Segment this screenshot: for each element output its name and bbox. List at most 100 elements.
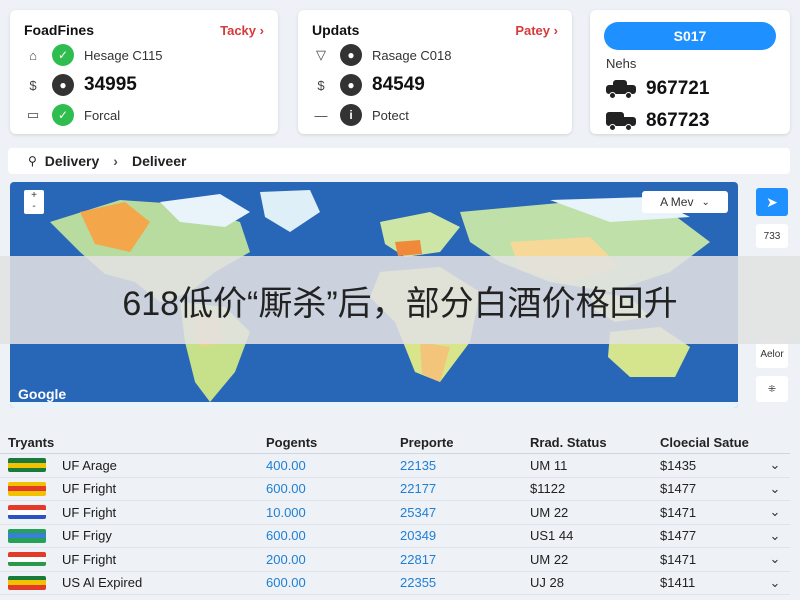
- map-view-dropdown[interactable]: A Mev ⌄: [642, 191, 728, 213]
- row-value: Hesage C115: [84, 47, 163, 63]
- flag-icon: [8, 552, 46, 567]
- summary-value: 867723: [646, 110, 710, 131]
- row-payment: 600.00: [266, 481, 306, 497]
- row-amount: $1471: [660, 551, 697, 567]
- table-row[interactable]: UF Frigy 600.00 20349 US1 44 $1477 ⌄: [0, 525, 790, 548]
- card-row: — i Potect: [298, 100, 572, 130]
- chevron-right-icon: ›: [553, 22, 558, 38]
- side-label[interactable]: Aelor: [756, 340, 788, 368]
- card-row: $ ● 84549: [298, 70, 572, 100]
- row-reference: 25347: [400, 504, 437, 520]
- summary-value: 967721: [646, 78, 710, 99]
- row-lead-icon: $: [29, 77, 37, 93]
- row-amount: $1477: [660, 481, 697, 497]
- layers-icon: ⁜: [767, 383, 777, 395]
- header-cell[interactable]: Rrad. Status: [530, 435, 660, 450]
- row-lead-icon: ▽: [316, 47, 326, 62]
- row-lead-icon: $: [317, 77, 325, 93]
- row-status: UM 22: [530, 504, 569, 520]
- row-reference: 22177: [400, 481, 437, 497]
- row-reference: 22817: [400, 551, 437, 567]
- summary-label: Nehs: [606, 56, 637, 71]
- transactions-table: Tryants Pogents Preporte Rrad. Status Cl…: [0, 432, 790, 595]
- row-value: 84549: [372, 74, 425, 95]
- zoom-out-icon[interactable]: -: [24, 201, 44, 212]
- zoom-in-icon[interactable]: +: [24, 190, 44, 201]
- row-payment: 10.000: [266, 504, 306, 520]
- table-row[interactable]: UF Arage 400.00 22135 UM 11 $1435 ⌄: [0, 454, 790, 478]
- layers-button[interactable]: ⁜: [756, 376, 788, 402]
- truck-icon: [606, 112, 636, 131]
- card-row: ▽ ● Rasage C018: [298, 40, 572, 70]
- row-amount: $1477: [660, 528, 697, 544]
- arrow-right-icon: ➤: [766, 193, 778, 210]
- updates-card: Updats Patey › ▽ ● Rasage C018 $ ● 84549 — i Pot…: [298, 10, 572, 134]
- car-icon: [606, 80, 636, 99]
- row-value: 34995: [84, 74, 137, 95]
- row-reference: 22355: [400, 575, 437, 591]
- header-cell[interactable]: Preporte: [400, 435, 530, 450]
- status-icon: ●: [340, 44, 362, 66]
- table-row[interactable]: US Al Expired 600.00 22355 UJ 28 $1411 ⌄: [0, 572, 790, 595]
- summary-value-row: 967721: [606, 74, 709, 104]
- row-payment: 400.00: [266, 457, 306, 473]
- breadcrumb-first[interactable]: Delivery: [45, 153, 99, 169]
- overlay-banner: 618低价“厮杀”后，部分白酒价格回升: [0, 256, 800, 344]
- row-name: UF Fright: [62, 504, 117, 520]
- status-icon: ✓: [52, 44, 74, 66]
- row-reference: 22135: [400, 457, 437, 473]
- breadcrumb: ⚲ Delivery › Deliveer: [8, 148, 790, 174]
- table-row[interactable]: UF Fright 600.00 22177 $1122 $1477 ⌄: [0, 478, 790, 501]
- row-name: US Al Expired: [62, 575, 143, 591]
- row-name: UF Fright: [62, 551, 117, 567]
- breadcrumb-second[interactable]: Deliveer: [132, 153, 186, 169]
- row-amount: $1471: [660, 504, 697, 520]
- row-amount: $1411: [660, 575, 696, 591]
- zoom-control[interactable]: + -: [24, 190, 44, 214]
- flag-icon: [8, 528, 46, 543]
- row-value: Forcal: [84, 107, 121, 123]
- chevron-down-icon[interactable]: ⌄: [760, 575, 790, 591]
- summary-button[interactable]: S017: [604, 22, 776, 50]
- card-row: $ ● 34995: [10, 70, 278, 100]
- row-value: Rasage C018: [372, 47, 452, 63]
- header-cell[interactable]: Pogents: [266, 435, 400, 450]
- row-name: UF Fright: [62, 481, 117, 497]
- row-lead-icon: ⌂: [29, 47, 37, 63]
- header-cell[interactable]: Cloecial Satue: [660, 435, 790, 450]
- card-rows: ▽ ● Rasage C018 $ ● 84549 — i Potect: [298, 40, 572, 130]
- row-status: UM 11: [530, 457, 568, 473]
- summary-card: S017 Nehs 967721 867723: [590, 10, 790, 134]
- row-payment: 600.00: [266, 575, 306, 591]
- navigate-button[interactable]: ➤: [756, 188, 788, 216]
- card-title: Updats: [312, 22, 360, 38]
- table-row[interactable]: UF Fright 10.000 25347 UM 22 $1471 ⌄: [0, 501, 790, 525]
- row-status: UJ 28: [530, 575, 564, 591]
- header-cell[interactable]: Tryants: [0, 435, 266, 450]
- row-status: US1 44: [530, 528, 574, 544]
- card-link[interactable]: Tacky ›: [220, 23, 264, 38]
- chevron-down-icon[interactable]: ⌄: [760, 481, 790, 497]
- chevron-right-icon: ›: [259, 22, 264, 38]
- flag-icon: [8, 481, 46, 496]
- card-row: ⌂ ✓ Hesage C115: [10, 40, 278, 70]
- card-rows: ⌂ ✓ Hesage C115 $ ● 34995 ▭ ✓ Forcal: [10, 40, 278, 130]
- status-icon: ✓: [52, 104, 74, 126]
- row-amount: $1435: [660, 457, 697, 473]
- row-status: $1122: [530, 481, 566, 497]
- table-header: Tryants Pogents Preporte Rrad. Status Cl…: [0, 432, 790, 454]
- card-row: ▭ ✓ Forcal: [10, 100, 278, 130]
- card-link[interactable]: Patey ›: [515, 23, 558, 38]
- chevron-down-icon[interactable]: ⌄: [760, 528, 790, 544]
- chevron-down-icon[interactable]: ⌄: [760, 457, 790, 473]
- row-reference: 20349: [400, 528, 437, 544]
- row-lead-icon: ▭: [26, 107, 40, 122]
- flag-icon: [8, 575, 46, 590]
- side-counter: 733: [756, 224, 788, 248]
- fines-card: FoadFines Tacky › ⌂ ✓ Hesage C115 $ ● 34995 ▭ ✓…: [10, 10, 278, 134]
- row-lead-icon: —: [314, 107, 328, 123]
- chevron-down-icon[interactable]: ⌄: [760, 551, 790, 567]
- status-icon: ●: [340, 74, 362, 96]
- chevron-down-icon[interactable]: ⌄: [760, 504, 790, 520]
- table-row[interactable]: UF Fright 200.00 22817 UM 22 $1471 ⌄: [0, 548, 790, 572]
